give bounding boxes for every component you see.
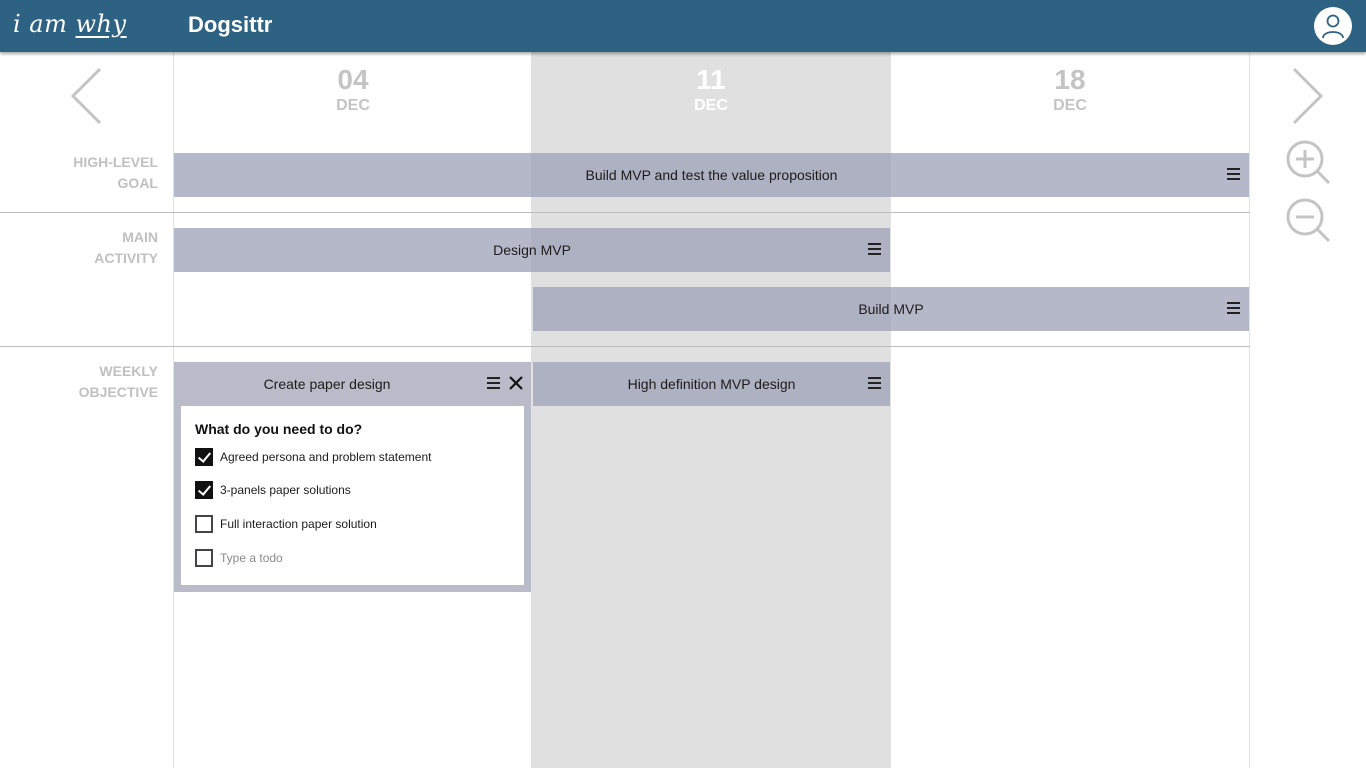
week-month: DEC xyxy=(1053,97,1087,114)
objective-card-expanded: Create paper design What do you need to … xyxy=(174,362,531,592)
todo-checkbox-checked[interactable] xyxy=(195,481,213,499)
row-label-line: ACTIVITY xyxy=(94,250,158,266)
chevron-left-icon xyxy=(70,67,102,125)
week-gridline xyxy=(1249,52,1250,768)
goal-title: Build MVP and test the value proposition xyxy=(585,167,838,183)
logo-prefix: i am xyxy=(13,10,68,38)
todo-checkbox[interactable] xyxy=(195,549,213,567)
activity-title: Build MVP xyxy=(858,301,924,317)
hamburger-menu-icon[interactable] xyxy=(868,243,882,255)
todo-text: 3-panels paper solutions xyxy=(220,483,351,497)
todo-checkbox-checked[interactable] xyxy=(195,448,213,466)
todo-text: Full interaction paper solution xyxy=(220,517,377,531)
chevron-right-icon xyxy=(1292,67,1324,125)
todo-item[interactable]: 3-panels paper solutions xyxy=(195,480,515,500)
row-label-line: MAIN xyxy=(122,229,158,245)
todo-checkbox[interactable] xyxy=(195,515,213,533)
zoom-in-button[interactable] xyxy=(1285,139,1333,192)
next-weeks-button[interactable] xyxy=(1290,66,1326,131)
row-label-main-activity: MAIN ACTIVITY xyxy=(0,227,158,269)
week-day: 18 xyxy=(1054,64,1086,95)
hamburger-menu-icon[interactable] xyxy=(487,377,501,389)
hamburger-menu-icon[interactable] xyxy=(1227,168,1241,180)
row-divider xyxy=(0,212,1250,213)
logo-word: why xyxy=(75,10,127,38)
zoom-out-button[interactable] xyxy=(1285,197,1333,250)
week-header-current: 11 DEC xyxy=(532,64,890,116)
objective-header[interactable]: Create paper design xyxy=(174,362,531,406)
objective-bar[interactable]: High definition MVP design xyxy=(533,362,890,406)
project-title: Dogsittr xyxy=(188,12,273,37)
close-icon[interactable] xyxy=(508,375,524,391)
hamburger-menu-icon[interactable] xyxy=(868,377,882,389)
row-divider xyxy=(0,346,1250,347)
activity-bar[interactable]: Build MVP xyxy=(533,287,1249,331)
objective-title: Create paper design xyxy=(263,376,391,392)
goal-bar[interactable]: Build MVP and test the value proposition xyxy=(174,153,1249,197)
previous-weeks-button[interactable] xyxy=(68,66,104,131)
row-label-line: HIGH-LEVEL xyxy=(73,154,158,170)
user-avatar-button[interactable] xyxy=(1314,7,1352,45)
top-bar: i am why Dogsittr xyxy=(0,0,1366,52)
new-todo-input[interactable]: Type a todo xyxy=(220,551,283,565)
todo-text: Agreed persona and problem statement xyxy=(220,450,432,464)
todo-item[interactable]: Agreed persona and problem statement xyxy=(195,447,515,467)
row-label-weekly-objective: WEEKLY OBJECTIVE xyxy=(0,361,158,403)
zoom-in-icon xyxy=(1286,140,1331,185)
zoom-out-icon xyxy=(1286,198,1331,243)
week-header: 04 DEC xyxy=(174,64,532,116)
todo-panel: What do you need to do? Agreed persona a… xyxy=(181,406,524,585)
row-label-line: OBJECTIVE xyxy=(78,384,158,400)
row-label-high-level-goal: HIGH-LEVEL GOAL xyxy=(0,152,158,194)
app-logo[interactable]: i am why xyxy=(13,10,127,38)
week-day: 04 xyxy=(337,64,369,95)
row-label-line: GOAL xyxy=(117,175,158,191)
week-day: 11 xyxy=(696,64,726,95)
user-icon xyxy=(1322,14,1344,39)
week-month: DEC xyxy=(336,97,370,114)
week-header: 18 DEC xyxy=(891,64,1249,116)
week-month: DEC xyxy=(694,97,728,114)
todo-question: What do you need to do? xyxy=(195,421,363,437)
row-label-line: WEEKLY xyxy=(99,363,158,379)
activity-bar[interactable]: Design MVP xyxy=(174,228,890,272)
todo-item[interactable]: Full interaction paper solution xyxy=(195,514,515,534)
new-todo-row[interactable]: Type a todo xyxy=(195,548,515,568)
objective-title: High definition MVP design xyxy=(627,376,796,392)
activity-title: Design MVP xyxy=(493,242,571,258)
hamburger-menu-icon[interactable] xyxy=(1227,302,1241,314)
